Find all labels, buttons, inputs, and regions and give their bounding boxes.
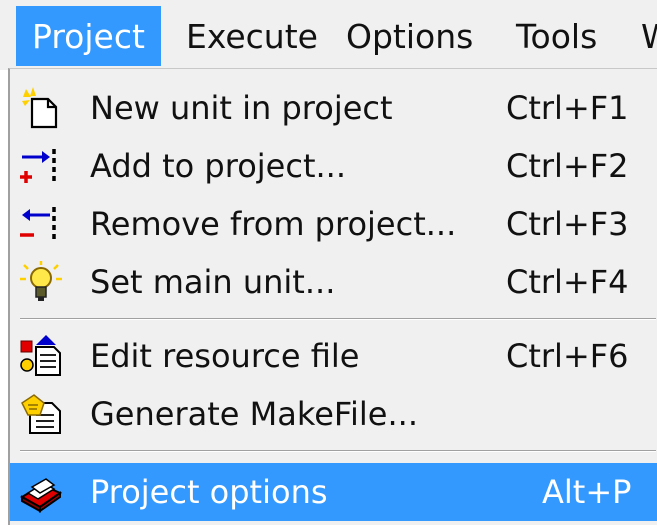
menu-item-label: Remove from project... [90, 205, 457, 243]
resource-file-icon [20, 335, 61, 376]
menu-item-label: New unit in project [90, 89, 393, 127]
menu-separator [20, 318, 656, 320]
makefile-icon [21, 394, 61, 434]
menu-item-label: Set main unit... [90, 263, 336, 301]
menu-item-project-options[interactable]: Project options Alt+P [10, 463, 657, 521]
menu-item-new-unit[interactable]: New unit in project Ctrl+F1 [10, 79, 657, 137]
menu-item-shortcut: Ctrl+F6 [506, 337, 629, 375]
menu-bar: Project Execute Options Tools W [0, 0, 657, 70]
menu-item-label: Edit resource file [90, 337, 360, 375]
menu-item-shortcut: Alt+P [542, 473, 632, 511]
menu-item-shortcut: Ctrl+F1 [506, 89, 629, 127]
menu-item-generate-makefile[interactable]: Generate MakeFile... [10, 385, 657, 443]
menu-item-label: Add to project... [90, 147, 346, 185]
project-options-icon [20, 478, 62, 513]
menu-item-label: Generate MakeFile... [90, 395, 418, 433]
menu-options[interactable]: Options [346, 6, 473, 68]
menu-window[interactable]: W [641, 6, 657, 68]
menu-project[interactable]: Project [16, 6, 161, 66]
menu-item-add-to-project[interactable]: Add to project... Ctrl+F2 [10, 137, 657, 195]
menu-item-remove-from-project[interactable]: Remove from project... Ctrl+F3 [10, 195, 657, 253]
add-to-project-icon [20, 149, 56, 185]
new-file-icon [22, 87, 58, 129]
menu-execute[interactable]: Execute [186, 6, 318, 68]
menu-tools[interactable]: Tools [516, 6, 597, 68]
menu-item-shortcut: Ctrl+F4 [506, 263, 629, 301]
menu-item-shortcut: Ctrl+F3 [506, 205, 629, 243]
menu-item-shortcut: Ctrl+F2 [506, 147, 629, 185]
lightbulb-icon [20, 261, 62, 301]
menu-item-label: Project options [90, 473, 328, 511]
remove-from-project-icon [20, 207, 56, 243]
menu-item-edit-resource-file[interactable]: Edit resource file Ctrl+F6 [10, 327, 657, 385]
menu-separator [20, 450, 656, 452]
project-menu-dropdown: New unit in project Ctrl+F1 Add to proje… [8, 68, 657, 525]
menu-item-set-main-unit[interactable]: Set main unit... Ctrl+F4 [10, 253, 657, 311]
